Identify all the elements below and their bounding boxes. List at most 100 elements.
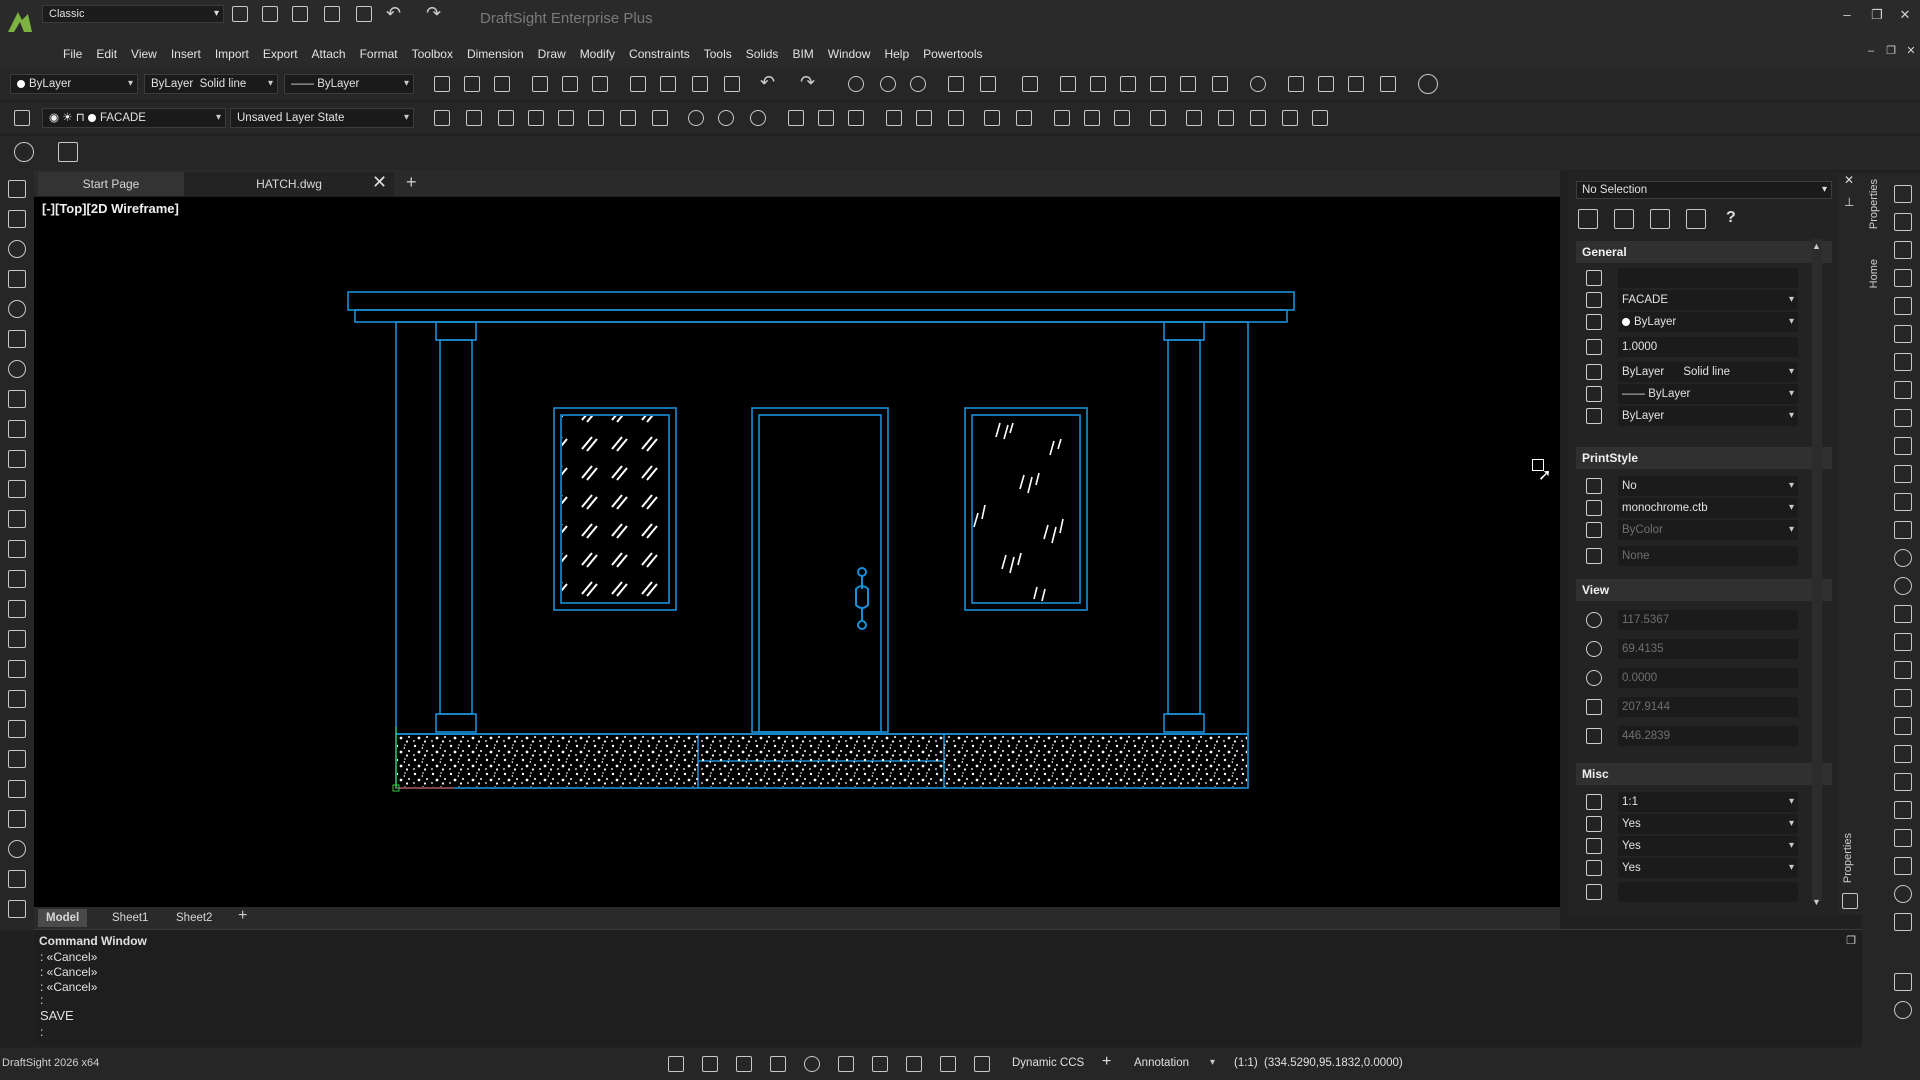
block-attribute-icon[interactable] [1282,110,1298,126]
table-icon[interactable] [8,570,26,588]
section-general[interactable]: General [1576,241,1832,263]
dim-space-icon[interactable] [1150,110,1166,126]
add-icon[interactable]: + [1102,1053,1111,1071]
mirror-icon[interactable] [1894,241,1912,259]
menu-modify[interactable]: Modify [573,44,622,64]
text-style-icon[interactable] [1084,110,1100,126]
zoom-extents-icon[interactable] [980,76,996,92]
toolbar-undo-icon[interactable]: ↶ [760,72,775,93]
iso-se-icon[interactable] [1318,76,1334,92]
cut-icon[interactable] [630,76,646,92]
paste-icon[interactable] [692,76,708,92]
save-drawing-icon[interactable] [494,76,510,92]
dim-baseline-icon[interactable] [498,110,514,126]
trim-icon[interactable] [1894,465,1912,483]
close-tab-icon[interactable]: ✕ [372,172,387,193]
navigation-wheel-icon[interactable] [1418,74,1438,94]
dim-override-icon[interactable] [1016,110,1032,126]
lineweight-toggle-icon[interactable] [872,1056,888,1072]
view-right-icon[interactable] [1150,76,1166,92]
redo-icon[interactable]: ↷ [426,3,441,24]
doc-close-button[interactable]: ✕ [1900,42,1920,60]
draw-order-icon[interactable] [1894,829,1912,847]
cmd-restore-button[interactable]: ❐ [1840,932,1862,950]
region-icon[interactable] [8,660,26,678]
boundary-icon[interactable] [8,900,26,918]
workspace-dropdown[interactable]: Classic [42,5,224,23]
layer-dropdown[interactable]: ◉ ☀ ⊓ FACADE [42,108,226,128]
open-file-icon[interactable] [262,6,278,22]
zoom-realtime-icon[interactable] [910,76,926,92]
freeze-icon[interactable]: ☀ [62,112,72,124]
view-left-icon[interactable] [1120,76,1136,92]
ortho-icon[interactable] [770,1056,786,1072]
linestyle-dropdown[interactable]: ByLayer Solid line [144,74,278,94]
lock-icon[interactable]: ⊓ [76,112,85,124]
split-icon[interactable] [1894,689,1912,707]
doc-restore-button[interactable]: ❐ [1880,42,1902,60]
ellipse-icon[interactable] [8,840,26,858]
polyline-icon[interactable] [8,210,26,228]
tab-start-page[interactable]: Start Page [38,172,184,196]
extend-icon[interactable] [1894,493,1912,511]
toolbar-redo-icon[interactable]: ↷ [800,72,815,93]
print-icon[interactable] [356,6,372,22]
transparency-field[interactable]: ByLayer [1618,406,1798,426]
print-preview-icon[interactable] [562,76,578,92]
spiral-icon[interactable] [14,142,34,162]
insert-block-icon[interactable] [8,780,26,798]
entity-track-icon[interactable] [838,1056,854,1072]
menu-bim[interactable]: BIM [785,44,820,64]
annotation-dropdown[interactable]: Annotation [1134,1057,1189,1069]
explode-icon[interactable] [1894,605,1912,623]
tab-model[interactable]: Model [38,909,88,927]
selection-dropdown[interactable]: No Selection [1576,181,1832,199]
linestyle-field[interactable]: ByLayer Solid line [1618,362,1798,382]
spline-icon[interactable] [8,390,26,408]
help-icon[interactable]: ? [1726,209,1736,227]
dim-aligned-icon[interactable] [466,110,482,126]
erase-icon[interactable] [1894,185,1912,203]
menu-dimension[interactable]: Dimension [460,44,531,64]
iso-ne-icon[interactable] [1348,76,1364,92]
color-dropdown[interactable]: ByLayer [10,74,138,94]
view-back-icon[interactable] [1212,76,1228,92]
ucs-origin-field[interactable]: Yes [1618,836,1798,856]
transparency-icon[interactable] [974,1056,990,1072]
dim-angular-icon[interactable] [528,110,544,126]
print-table-field[interactable]: monochrome.ctb [1618,498,1798,518]
text-icon[interactable] [886,110,902,126]
simplify-icon[interactable] [1894,857,1912,875]
pan-icon[interactable] [848,76,864,92]
dim-diameter-icon[interactable] [750,110,766,126]
iso-nw-icon[interactable] [1380,76,1396,92]
join-icon[interactable] [1894,633,1912,651]
block-insert-icon[interactable] [1218,110,1234,126]
linescale-field[interactable]: 1.0000 [1618,337,1798,357]
prop-value[interactable] [1618,268,1798,288]
menu-constraints[interactable]: Constraints [622,44,697,64]
block-edit-icon[interactable] [1250,110,1266,126]
home-tab-label[interactable]: Home [1868,259,1880,288]
dim-update-icon[interactable] [1054,110,1070,126]
panel-scrollbar[interactable] [1812,239,1822,901]
command-prompt[interactable]: : [40,1025,43,1039]
single-text-icon[interactable] [8,720,26,738]
rotate-icon[interactable] [1894,353,1912,371]
note-icon[interactable] [916,110,932,126]
restore-button[interactable]: ❐ [1866,6,1888,24]
view-bottom-icon[interactable] [1090,76,1106,92]
expand-toolbar-icon[interactable] [1894,973,1912,991]
copy-icon[interactable] [660,76,676,92]
offset-icon[interactable] [1894,269,1912,287]
revision-cloud-icon[interactable] [8,300,26,318]
tolerance-icon[interactable] [948,110,964,126]
menu-import[interactable]: Import [208,44,256,64]
fillet-icon[interactable] [1894,549,1912,567]
zoom-toolbar-icon[interactable] [1894,1001,1912,1019]
break-icon[interactable] [1894,521,1912,539]
circle-icon[interactable] [8,240,26,258]
quick-select-icon[interactable] [1578,209,1598,229]
drawing-viewport[interactable]: [-][Top][2D Wireframe] ➚ [34,197,1560,907]
tab-hatch-dwg[interactable]: HATCH.dwg [184,172,394,196]
